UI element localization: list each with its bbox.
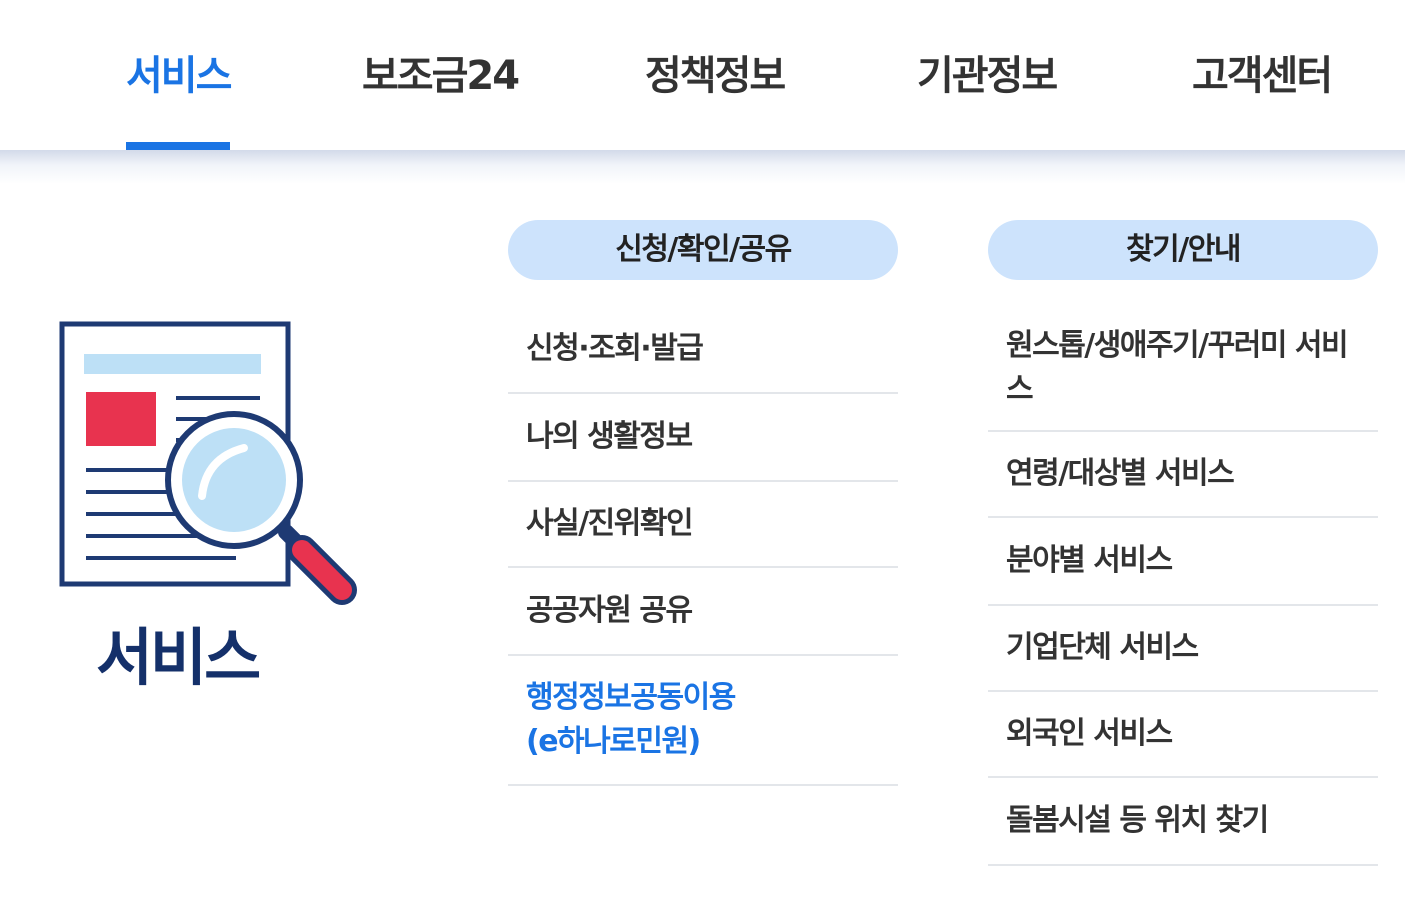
menu-item-my-life-info[interactable]: 나의 생활정보 [508,394,898,482]
menu-item-age-target-service[interactable]: 연령/대상별 서비스 [988,432,1378,518]
menu-item-label: 원스톱/생애주기/꾸러미 서비스 [1006,328,1349,407]
menu-item-label: 사실/진위확인 [526,506,694,541]
nav-tab-customer-center[interactable]: 고객센터 [1192,50,1333,150]
nav-tab-policy-info[interactable]: 정책정보 [645,50,786,150]
menu-item-public-resource-share[interactable]: 공공자원 공유 [508,568,898,656]
menu-item-admin-info-sharing[interactable]: 행정정보공동이용 (e하나로민원) [508,656,898,786]
menu-item-apply-inquire-issue[interactable]: 신청·조회·발급 [508,306,898,394]
menu-item-label: 신청·조회·발급 [526,331,704,366]
menu-item-label: 기업단체 서비스 [1006,630,1199,665]
nav-tab-label: 보조금24 [362,53,520,99]
menu-item-label: 돌봄시설 등 위치 찾기 [1006,803,1269,838]
nav-tab-label: 정책정보 [645,53,786,99]
menu-item-label: 외국인 서비스 [1006,716,1173,751]
menu-item-onestop-lifecycle-bundle[interactable]: 원스톱/생애주기/꾸러미 서비스 [988,306,1378,432]
nav-tab-service[interactable]: 서비스 [126,50,232,150]
active-tab-indicator [126,142,231,150]
nav-tab-agency-info[interactable]: 기관정보 [917,50,1058,150]
nav-tab-label: 기관정보 [917,53,1058,99]
menu-item-business-group-service[interactable]: 기업단체 서비스 [988,606,1378,692]
menu-item-foreigner-service[interactable]: 외국인 서비스 [988,692,1378,778]
column-header: 찾기/안내 [988,220,1378,280]
nav-tab-label: 고객센터 [1192,53,1333,99]
menu-item-label: 행정정보공동이용 (e하나로민원) [526,680,736,759]
hero-title: 서비스 [96,621,261,694]
nav-tab-subsidy24[interactable]: 보조금24 [362,50,520,150]
menu-item-field-service[interactable]: 분야별 서비스 [988,518,1378,606]
menu-list: 신청·조회·발급 나의 생활정보 사실/진위확인 공공자원 공유 행정정보공동이… [508,306,898,786]
menu-item-label: 분야별 서비스 [1006,543,1173,578]
menu-item-label: 공공자원 공유 [526,593,693,628]
menu-column-find-guide: 찾기/안내 원스톱/생애주기/꾸러미 서비스 연령/대상별 서비스 분야별 서비… [988,220,1378,866]
menu-item-fact-verification[interactable]: 사실/진위확인 [508,482,898,568]
menu-list: 원스톱/생애주기/꾸러미 서비스 연령/대상별 서비스 분야별 서비스 기업단체… [988,306,1378,866]
top-navigation: 서비스 보조금24 정책정보 기관정보 고객센터 [0,0,1405,150]
menu-item-label: 연령/대상별 서비스 [1006,456,1235,491]
column-header: 신청/확인/공유 [508,220,898,280]
document-magnifier-icon [59,321,357,605]
menu-item-care-facility-locator[interactable]: 돌봄시설 등 위치 찾기 [988,778,1378,866]
nav-shadow [0,150,1405,184]
nav-tab-label: 서비스 [126,53,232,99]
menu-column-apply-check-share: 신청/확인/공유 신청·조회·발급 나의 생활정보 사실/진위확인 공공자원 공… [508,220,898,786]
menu-item-label: 나의 생활정보 [526,419,693,454]
